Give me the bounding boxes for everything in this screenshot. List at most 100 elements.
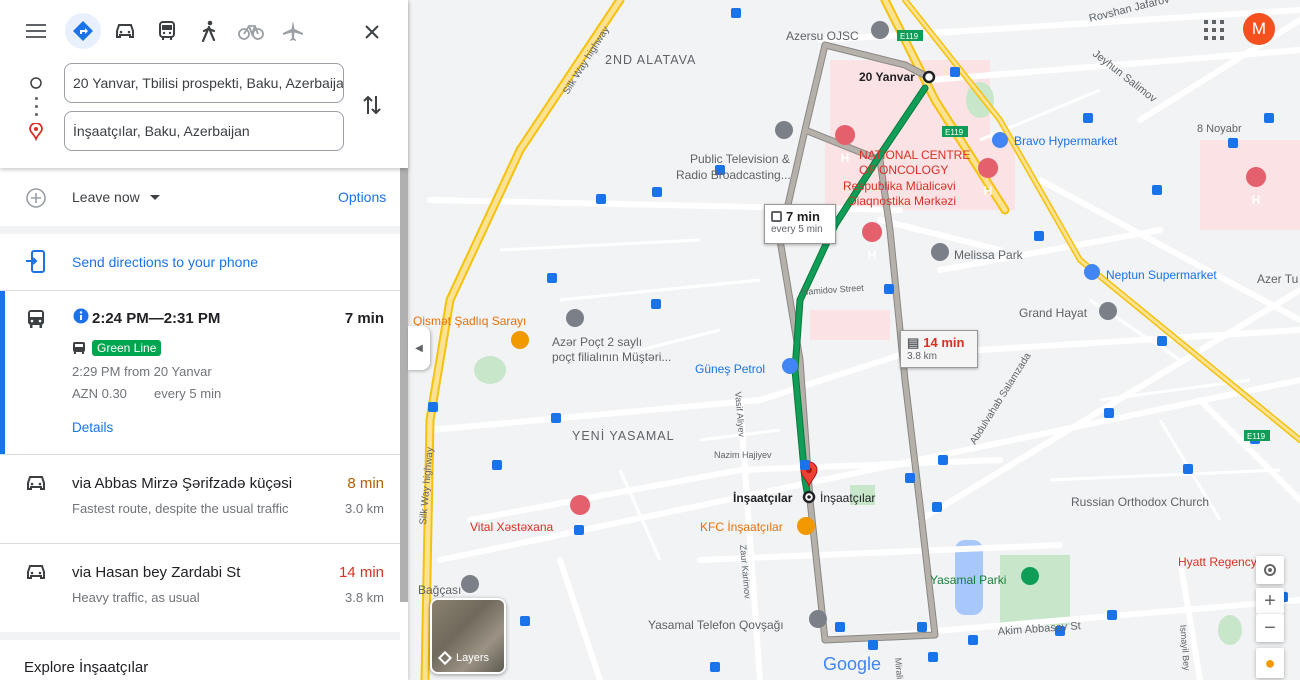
destination-input[interactable]: İnşaatçılar, Baku, Azerbaijan [64, 111, 344, 151]
drive-bubble[interactable]: ▤ 14 min 3.8 km [900, 330, 978, 368]
label-azersu: Azersu OJSC [786, 29, 859, 43]
label-respublika-2: Diaqnostika Mərkəzi [848, 194, 956, 208]
transit-frequency: every 5 min [154, 386, 222, 401]
label-oncology-1: NATIONAL CENTRE [859, 148, 970, 162]
layers-label: Layers [456, 652, 490, 664]
route-option-drive-2[interactable]: via Hasan bey Zardabi St 14 min Heavy tr… [0, 544, 400, 632]
directions-body: Leave now Options Send directions to you… [0, 168, 400, 680]
label-insaatcilar-dest: İnşaatçılar [733, 490, 793, 505]
label-insaatcilar-station: İnşaatçılar [820, 491, 875, 505]
car-icon [116, 24, 134, 38]
google-logo: Google [823, 654, 881, 674]
shield-e119-2: E119 [945, 128, 964, 137]
send-to-phone-icon [26, 250, 45, 273]
my-location-button[interactable] [1256, 556, 1284, 584]
yasamal-park-area [1000, 555, 1070, 625]
pegman-button[interactable]: ● [1256, 648, 1284, 678]
airplane-icon [283, 21, 303, 41]
divider [0, 226, 400, 234]
route-dot [35, 105, 38, 108]
bubble-transit-time: 7 min [786, 209, 820, 224]
transit-fare: AZN 0.30 [72, 386, 127, 401]
collapse-panel-button[interactable]: ◀ [408, 326, 430, 370]
origin-marker [922, 70, 936, 84]
car-icon [27, 565, 45, 579]
label-20-yanvar: 20 Yanvar [859, 70, 915, 84]
label-mirali: Mirali [893, 657, 905, 679]
mode-walking[interactable] [188, 12, 230, 50]
walking-icon [201, 20, 216, 42]
transit-bubble[interactable]: 7 min every 5 min [764, 204, 836, 244]
label-russian: Russian Orthodox Church [1071, 495, 1209, 509]
transit-duration: 7 min [344, 310, 384, 327]
car-icon: ▤ [907, 335, 920, 350]
svg-text:H: H [841, 151, 850, 165]
bubble-drive-time: 14 min [923, 335, 965, 350]
mode-driving[interactable] [104, 12, 146, 50]
label-telefon: Yasamal Telefon Qovşağı [648, 618, 784, 632]
line-badge: Green Line [92, 340, 162, 356]
target-icon [1264, 564, 1276, 576]
selected-indicator [0, 291, 5, 454]
origin-input[interactable]: 20 Yanvar, Tbilisi prospekti, Baku, Azer… [64, 63, 344, 103]
bicycle-icon [238, 25, 264, 40]
info-icon[interactable] [73, 308, 89, 324]
send-directions-link[interactable]: Send directions to your phone [72, 254, 258, 270]
travel-modes [62, 12, 314, 50]
destination-pin-icon [29, 123, 43, 141]
options-button[interactable]: Options [338, 189, 386, 205]
label-azerpoct-1: Azər Poçt 2 saylı [552, 335, 642, 349]
origin-circle-icon [30, 77, 42, 89]
route-dot [35, 97, 38, 100]
swap-icon[interactable] [358, 90, 386, 120]
details-link[interactable]: Details [72, 420, 113, 435]
shield-e119-1: E119 [900, 32, 919, 41]
label-hyatt: Hyatt Regency [1178, 555, 1257, 569]
svg-text:H: H [984, 184, 993, 198]
label-bagcasi: Bağçası [418, 583, 461, 597]
directions-header: 20 Yanvar, Tbilisi prospekti, Baku, Azer… [0, 0, 408, 168]
label-qismet: Qismət Şadlıq Sarayı [413, 314, 526, 328]
shield-e119-3: E119 [1247, 432, 1266, 441]
transit-departure: 2:29 PM from 20 Yanvar [72, 364, 212, 379]
label-yasamal-park: Yasamal Parki [930, 573, 1006, 587]
label-melissa: Melissa Park [954, 248, 1024, 262]
caret-down-icon [149, 195, 160, 200]
drive-route-2-via: via Hasan bey Zardabi St [72, 564, 241, 581]
apps-grid-icon[interactable] [1202, 18, 1226, 42]
layers-button[interactable]: Layers [430, 598, 506, 674]
zoom-in-button[interactable]: + [1256, 588, 1284, 614]
avatar[interactable]: M [1243, 13, 1275, 45]
add-destination-icon[interactable] [25, 187, 47, 209]
label-oncology-2: OF ONCOLOGY [859, 163, 948, 177]
transit-times: 2:24 PM—2:31 PM [92, 310, 221, 327]
menu-icon[interactable] [22, 18, 50, 44]
mode-flights[interactable] [272, 12, 314, 50]
drive-route-1-note: Fastest route, despite the usual traffic [72, 501, 289, 516]
route-dot [35, 113, 38, 116]
divider [0, 632, 400, 640]
label-yeni-yasamal: YENİ YASAMAL [572, 429, 675, 443]
svg-text:H: H [1252, 193, 1261, 207]
close-icon[interactable] [356, 16, 388, 48]
zoom-out-button[interactable]: − [1256, 614, 1284, 642]
label-bravo: Bravo Hypermarket [1014, 134, 1118, 148]
bubble-transit-freq: every 5 min [771, 224, 823, 235]
route-option-drive-1[interactable]: via Abbas Mirzə Şərifzadə küçəsi 8 min F… [0, 455, 400, 543]
drive-route-2-dist: 3.8 km [344, 590, 384, 605]
leave-now-dropdown[interactable]: Leave now [72, 189, 160, 205]
label-ptv-1: Public Television & [690, 152, 790, 166]
directions-panel: 20 Yanvar, Tbilisi prospekti, Baku, Azer… [0, 0, 408, 680]
bubble-drive-dist: 3.8 km [907, 351, 938, 362]
drive-route-1-via: via Abbas Mirzə Şərifzadə küçəsi [72, 475, 293, 492]
label-vital: Vital Xəstəxana [470, 520, 553, 534]
mode-best-route[interactable] [62, 12, 104, 50]
scrollbar[interactable] [400, 168, 408, 602]
mode-cycling[interactable] [230, 12, 272, 50]
route-option-transit[interactable]: 2:24 PM—2:31 PM 7 min Green Line 2:29 PM… [0, 291, 400, 454]
label-ptv-2: Radio Broadcasting... [676, 168, 791, 182]
drive-route-1-time: 8 min [347, 475, 384, 492]
bus-icon [28, 310, 44, 328]
label-grand: Grand Hayat [1019, 306, 1088, 320]
mode-transit[interactable] [146, 12, 188, 50]
